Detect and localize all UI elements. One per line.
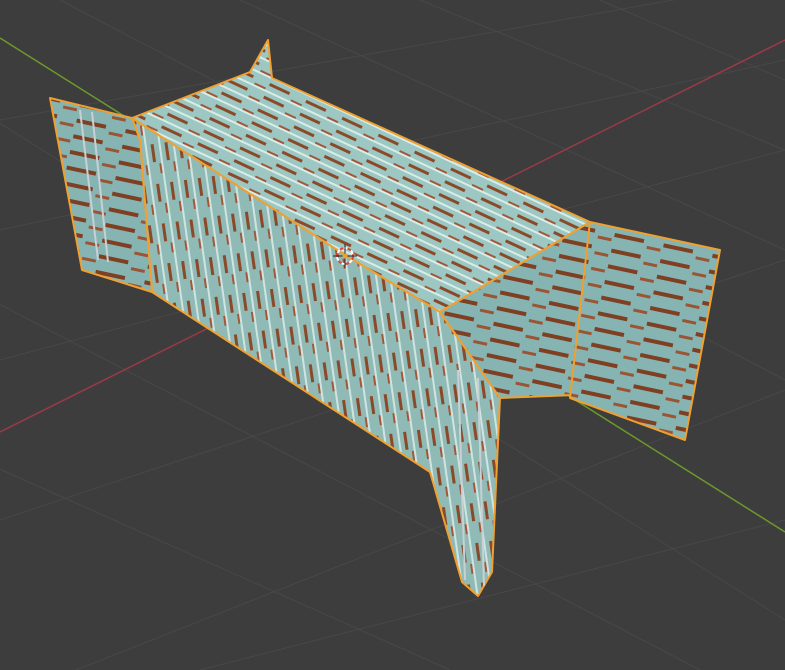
viewport-canvas[interactable] [0, 0, 785, 670]
container-right-door[interactable] [569, 221, 721, 441]
3d-viewport[interactable] [0, 0, 785, 670]
